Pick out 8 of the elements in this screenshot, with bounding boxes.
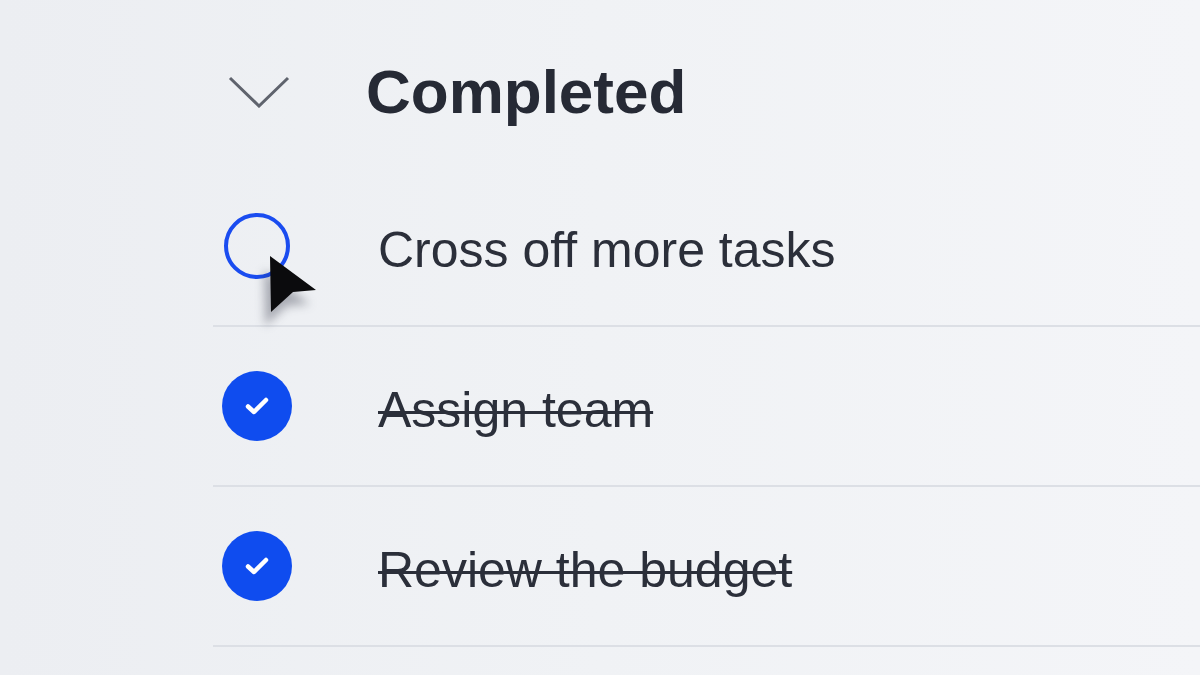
task-title: Assign team [377,381,655,440]
task-title: Cross off more tasks [377,221,837,280]
section-title: Completed [366,56,687,128]
cursor-icon [269,255,317,313]
task-title: Review the budget [377,541,794,600]
check-icon [245,397,269,415]
check-icon [245,557,269,575]
chevron-down-icon[interactable] [228,76,290,108]
